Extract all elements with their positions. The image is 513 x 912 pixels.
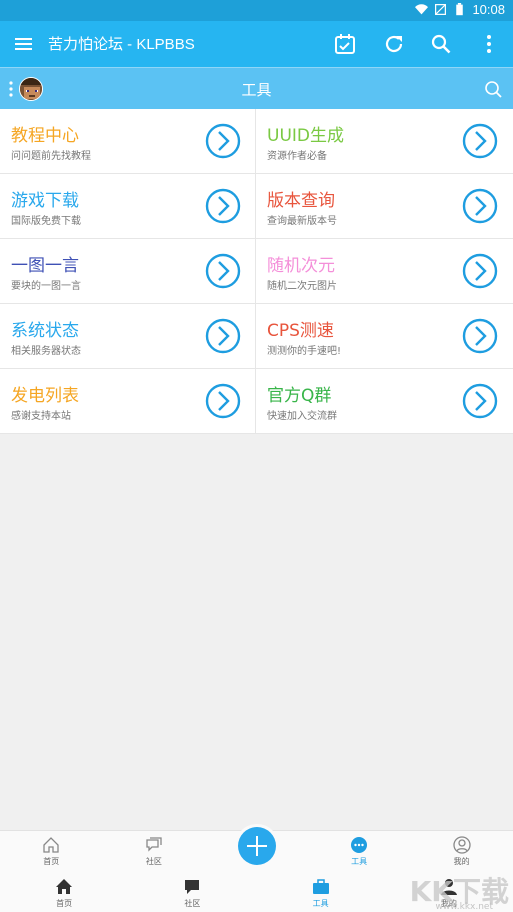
tool-description: 资源作者必备 [267, 151, 327, 162]
search-icon[interactable] [430, 33, 452, 55]
nav-tab-label: 社区 [184, 899, 201, 908]
chat-outline-icon [146, 837, 162, 852]
menu-icon[interactable] [14, 34, 34, 54]
tool-name: UUID生成 [267, 126, 344, 146]
tool-item[interactable]: 发电列表感谢支持本站 [0, 369, 256, 433]
tool-item[interactable]: UUID生成资源作者必备 [256, 109, 512, 173]
chevron-right-circle-icon[interactable] [462, 123, 498, 159]
tool-item[interactable]: 游戏下载国际版免费下载 [0, 174, 256, 238]
nav-tab[interactable]: 工具 [257, 877, 385, 909]
briefcase-icon [312, 879, 329, 894]
battery-icon [456, 3, 464, 16]
chevron-right-circle-icon[interactable] [205, 253, 241, 289]
tool-description: 问问题前先找教程 [11, 151, 91, 162]
tool-name: 随机次元 [267, 256, 335, 276]
chevron-right-circle-icon[interactable] [205, 188, 241, 224]
search-icon[interactable] [483, 79, 503, 99]
chat-dots-icon [351, 837, 368, 853]
tools-grid: 教程中心 问问题前先找教程 UUID生成 资源作者必备 游戏下载 国际版免费下载 版本查询查… [0, 109, 513, 434]
tool-description: 测测你的手速吧! [267, 346, 342, 357]
tools-row: 系统状态 相关服务器状态 CPS测速 测测你的手速吧! [0, 304, 513, 369]
nav-tab[interactable]: 首页 [0, 877, 128, 909]
tool-description: 感谢支持本站 [11, 411, 71, 422]
tool-item[interactable]: 系统状态相关服务器状态 [0, 304, 256, 368]
nav-tab[interactable]: 工具 [308, 835, 411, 867]
tool-item[interactable]: 随机次元随机二次元图片 [256, 239, 512, 303]
signal-off-icon [435, 4, 447, 15]
tool-description: 国际版免费下载 [11, 216, 81, 227]
chevron-right-circle-icon[interactable] [462, 188, 498, 224]
clock: 10:08 [472, 2, 505, 17]
tools-row: 一图一言 要块的一图一言 随机次元 随机二次元图片 [0, 239, 513, 304]
tool-name: 系统状态 [11, 321, 79, 341]
tool-description: 随机二次元图片 [267, 281, 337, 292]
chevron-right-circle-icon[interactable] [462, 253, 498, 289]
tool-item[interactable]: 一图一言要块的一图一言 [0, 239, 256, 303]
user-outline-icon [453, 836, 471, 854]
add-post-button[interactable] [238, 827, 276, 865]
tool-item[interactable]: 版本查询查询最新版本号 [256, 174, 512, 238]
app-bar: 苦力怕论坛 - KLPBBS [0, 21, 513, 67]
nav-tab-label: 首页 [56, 899, 73, 908]
more-vertical-icon[interactable] [478, 33, 500, 55]
chevron-right-circle-icon[interactable] [205, 123, 241, 159]
nav-tab-label: 工具 [351, 857, 368, 866]
chevron-right-circle-icon[interactable] [205, 383, 241, 419]
tools-row: 发电列表 感谢支持本站 官方Q群 快速加入交流群 [0, 369, 513, 434]
home-icon [56, 879, 73, 894]
tool-description: 要块的一图一言 [11, 281, 81, 292]
tool-name: 发电列表 [11, 386, 79, 406]
nav-tab[interactable]: 社区 [103, 835, 206, 867]
app-title: 苦力怕论坛 - KLPBBS [48, 36, 195, 53]
wifi-icon [415, 4, 429, 15]
refresh-icon[interactable] [383, 33, 405, 55]
home-outline-icon [43, 837, 59, 853]
tool-item[interactable]: CPS测速测测你的手速吧! [256, 304, 512, 368]
chevron-right-circle-icon[interactable] [205, 318, 241, 354]
calendar-check-icon[interactable] [334, 33, 356, 55]
tool-name: 游戏下载 [11, 191, 79, 211]
tool-name: CPS测速 [267, 321, 334, 341]
tool-item[interactable]: 官方Q群快速加入交流群 [256, 369, 512, 433]
tools-row: 教程中心 问问题前先找教程 UUID生成 资源作者必备 [0, 109, 513, 174]
page-title: 工具 [241, 81, 272, 99]
chevron-right-circle-icon[interactable] [462, 318, 498, 354]
nav-tab[interactable]: 我的 [410, 835, 513, 867]
tools-header: 工具 [0, 67, 513, 109]
nav-tab[interactable]: 首页 [0, 835, 103, 867]
nav-tab-label: 工具 [312, 899, 329, 908]
tool-description: 相关服务器状态 [11, 346, 81, 357]
tool-name: 一图一言 [11, 256, 79, 276]
comment-icon [185, 880, 200, 894]
nav-tab-label: 我的 [453, 857, 470, 866]
tool-description: 快速加入交流群 [267, 411, 337, 422]
tool-name: 版本查询 [267, 191, 335, 211]
tools-row: 游戏下载 国际版免费下载 版本查询 查询最新版本号 [0, 174, 513, 239]
add-icon [247, 836, 267, 856]
tool-name: 教程中心 [11, 126, 79, 146]
chevron-right-circle-icon[interactable] [462, 383, 498, 419]
watermark-url: www.kkx.net [435, 902, 494, 912]
status-bar: 10:08 [0, 0, 513, 21]
nav-tab[interactable]: 社区 [128, 877, 256, 909]
nav-tab-label: 社区 [145, 857, 162, 866]
nav-tab-label: 首页 [43, 857, 60, 866]
tool-item[interactable]: 教程中心问问题前先找教程 [0, 109, 256, 173]
tool-description: 查询最新版本号 [267, 216, 337, 227]
tool-name: 官方Q群 [267, 386, 332, 406]
